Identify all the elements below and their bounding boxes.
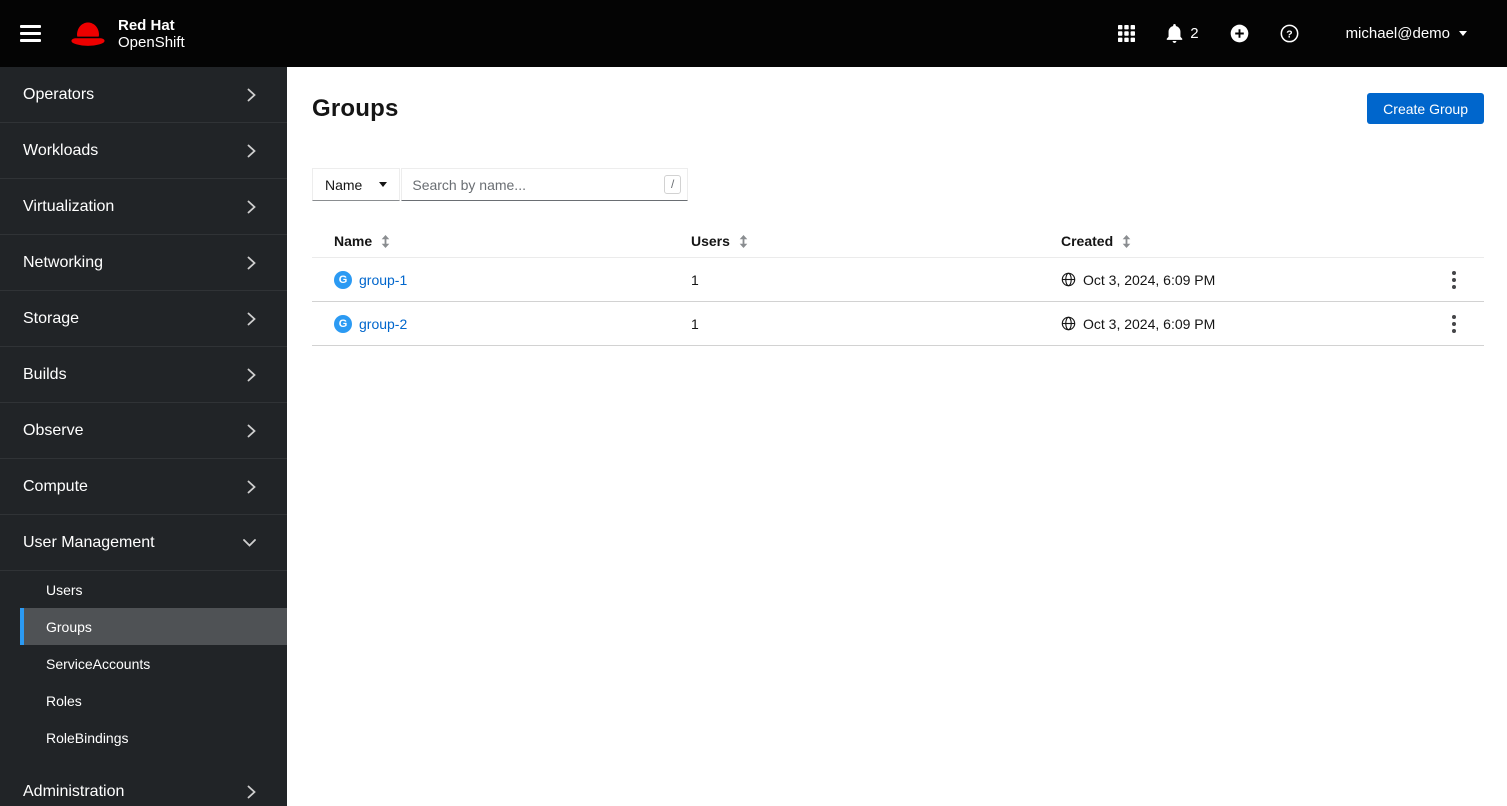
group-name-cell: G group-2 [334,314,691,333]
masthead: Red Hat OpenShift 2 ? michael@demo [0,0,1507,67]
username-label: michael@demo [1345,25,1450,42]
globe-icon [1061,272,1076,287]
group-users-count: 1 [691,315,699,332]
plus-circle-icon [1230,24,1248,43]
masthead-toolbar: 2 ? michael@demo [1118,24,1467,43]
chevron-right-icon [247,88,256,101]
group-resource-icon: G [334,270,352,289]
sidebar-subitem-groups[interactable]: Groups [20,608,287,645]
groups-table: Name Users Created G group-1 1 Oct 3, 20… [312,225,1484,346]
group-link[interactable]: group-1 [359,272,407,288]
hamburger-icon [20,25,41,28]
chevron-right-icon [247,200,256,213]
apps-grid-icon [1118,25,1136,42]
sidebar-subitem-roles[interactable]: Roles [20,682,287,719]
globe-icon [1061,316,1076,331]
brand-line2: OpenShift [118,33,185,51]
column-header-name[interactable]: Name [334,233,691,249]
column-header-users[interactable]: Users [691,233,1061,249]
notifications-button[interactable]: 2 [1166,24,1199,43]
sidebar-item-user-management[interactable]: User Management [0,515,287,571]
table-row: G group-1 1 Oct 3, 2024, 6:09 PM [312,258,1484,302]
table-header-row: Name Users Created [312,225,1484,258]
user-menu[interactable]: michael@demo [1346,25,1467,42]
group-name-cell: G group-1 [334,270,691,289]
create-group-button[interactable]: Create Group [1367,93,1484,124]
group-users-count: 1 [691,271,699,288]
nav-toggle-button[interactable] [20,25,41,42]
redhat-logo-icon [71,22,105,46]
sidebar-subitem-rolebindings[interactable]: RoleBindings [20,719,287,756]
sidebar-item-workloads[interactable]: Workloads [0,123,287,179]
user-management-subnav: Users Groups ServiceAccounts Roles RoleB… [20,571,287,764]
caret-down-icon [1459,31,1467,36]
sidebar-item-networking[interactable]: Networking [0,235,287,291]
table-row: G group-2 1 Oct 3, 2024, 6:09 PM [312,302,1484,346]
group-resource-icon: G [334,314,352,333]
sidebar-item-operators[interactable]: Operators [0,67,287,123]
group-link[interactable]: group-2 [359,316,407,332]
group-created-cell: Oct 3, 2024, 6:09 PM [1061,316,1424,332]
brand-line1: Red Hat [118,16,175,34]
page-title: Groups [312,95,399,122]
chevron-right-icon [247,424,256,437]
group-created-cell: Oct 3, 2024, 6:09 PM [1061,272,1424,288]
kebab-menu-button[interactable] [1447,266,1461,294]
chevron-right-icon [247,368,256,381]
sort-icon [381,234,390,248]
filter-type-dropdown[interactable]: Name [312,168,401,201]
main-content: Groups Create Group Name / Name Users Cr… [287,67,1507,806]
bell-icon [1166,24,1183,43]
chevron-right-icon [247,785,256,798]
chevron-right-icon [247,480,256,493]
sidebar-item-virtualization[interactable]: Virtualization [0,179,287,235]
filter-toolbar: Name / [312,168,1507,201]
chevron-right-icon [247,144,256,157]
kebab-menu-button[interactable] [1447,310,1461,338]
quick-create-button[interactable] [1230,24,1249,43]
page-header: Groups Create Group [287,67,1507,124]
sidebar-subitem-users[interactable]: Users [20,571,287,608]
chevron-down-icon [243,538,256,547]
help-button[interactable]: ? [1280,24,1299,43]
notification-count: 2 [1190,25,1199,42]
sort-icon [1122,234,1131,248]
sidebar-nav: Operators Workloads Virtualization Netwo… [0,67,287,806]
created-timestamp: Oct 3, 2024, 6:09 PM [1083,315,1216,332]
sidebar-item-compute[interactable]: Compute [0,459,287,515]
app-launcher-button[interactable] [1118,25,1136,42]
sidebar-item-builds[interactable]: Builds [0,347,287,403]
created-timestamp: Oct 3, 2024, 6:09 PM [1083,271,1216,288]
chevron-right-icon [247,312,256,325]
sidebar-item-storage[interactable]: Storage [0,291,287,347]
search-input[interactable] [401,168,689,201]
question-circle-icon: ? [1280,24,1298,43]
brand-logo[interactable]: Red Hat OpenShift [67,17,185,51]
svg-text:?: ? [1286,29,1292,40]
sidebar-item-administration[interactable]: Administration [0,764,287,806]
chevron-right-icon [247,256,256,269]
search-box: / [401,168,689,201]
sidebar-item-observe[interactable]: Observe [0,403,287,459]
search-shortcut-hint: / [664,175,682,194]
filter-type-selected: Name [325,176,363,193]
caret-down-icon [379,182,388,187]
sidebar-subitem-serviceaccounts[interactable]: ServiceAccounts [20,645,287,682]
column-header-created[interactable]: Created [1061,233,1424,249]
sort-icon [739,234,748,248]
